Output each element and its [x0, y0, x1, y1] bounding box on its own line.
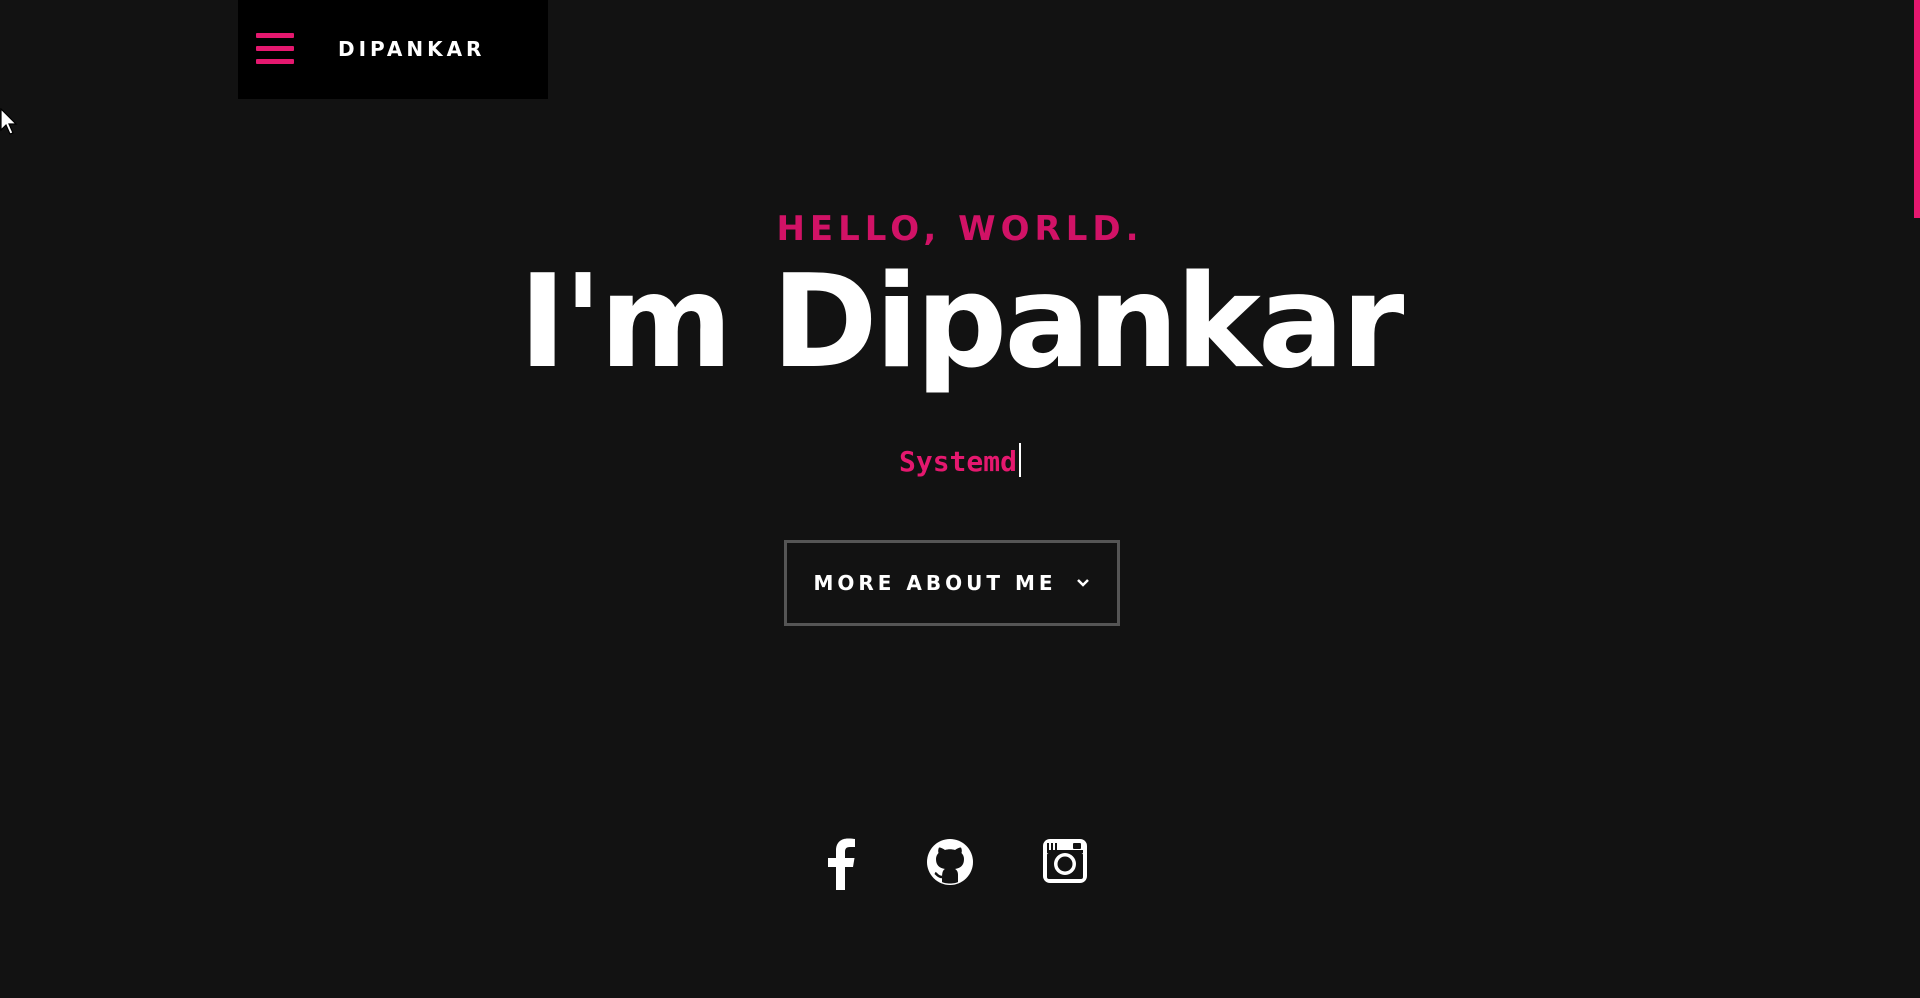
social-links [0, 838, 1920, 894]
typed-role-text: Systemd [0, 443, 1920, 481]
mouse-cursor-icon [0, 108, 18, 135]
site-logo[interactable]: DIPANKAR [338, 36, 485, 62]
github-icon[interactable] [926, 838, 974, 886]
scrollbar-thumb[interactable] [1914, 0, 1920, 218]
site-header: DIPANKAR [238, 0, 548, 99]
facebook-icon[interactable] [826, 838, 856, 890]
chevron-down-icon [1076, 579, 1089, 587]
typing-caret [1019, 443, 1021, 477]
hero-headline: I'm Dipankar [518, 248, 1405, 397]
hero-greeting: HELLO, WORLD. [776, 209, 1144, 249]
hamburger-menu-icon[interactable] [256, 33, 294, 64]
more-about-me-button[interactable]: MORE ABOUT ME [784, 540, 1120, 626]
more-about-me-label: MORE ABOUT ME [813, 571, 1057, 595]
instagram-icon[interactable] [1042, 838, 1088, 884]
typed-text: Systemd [898, 445, 1017, 478]
